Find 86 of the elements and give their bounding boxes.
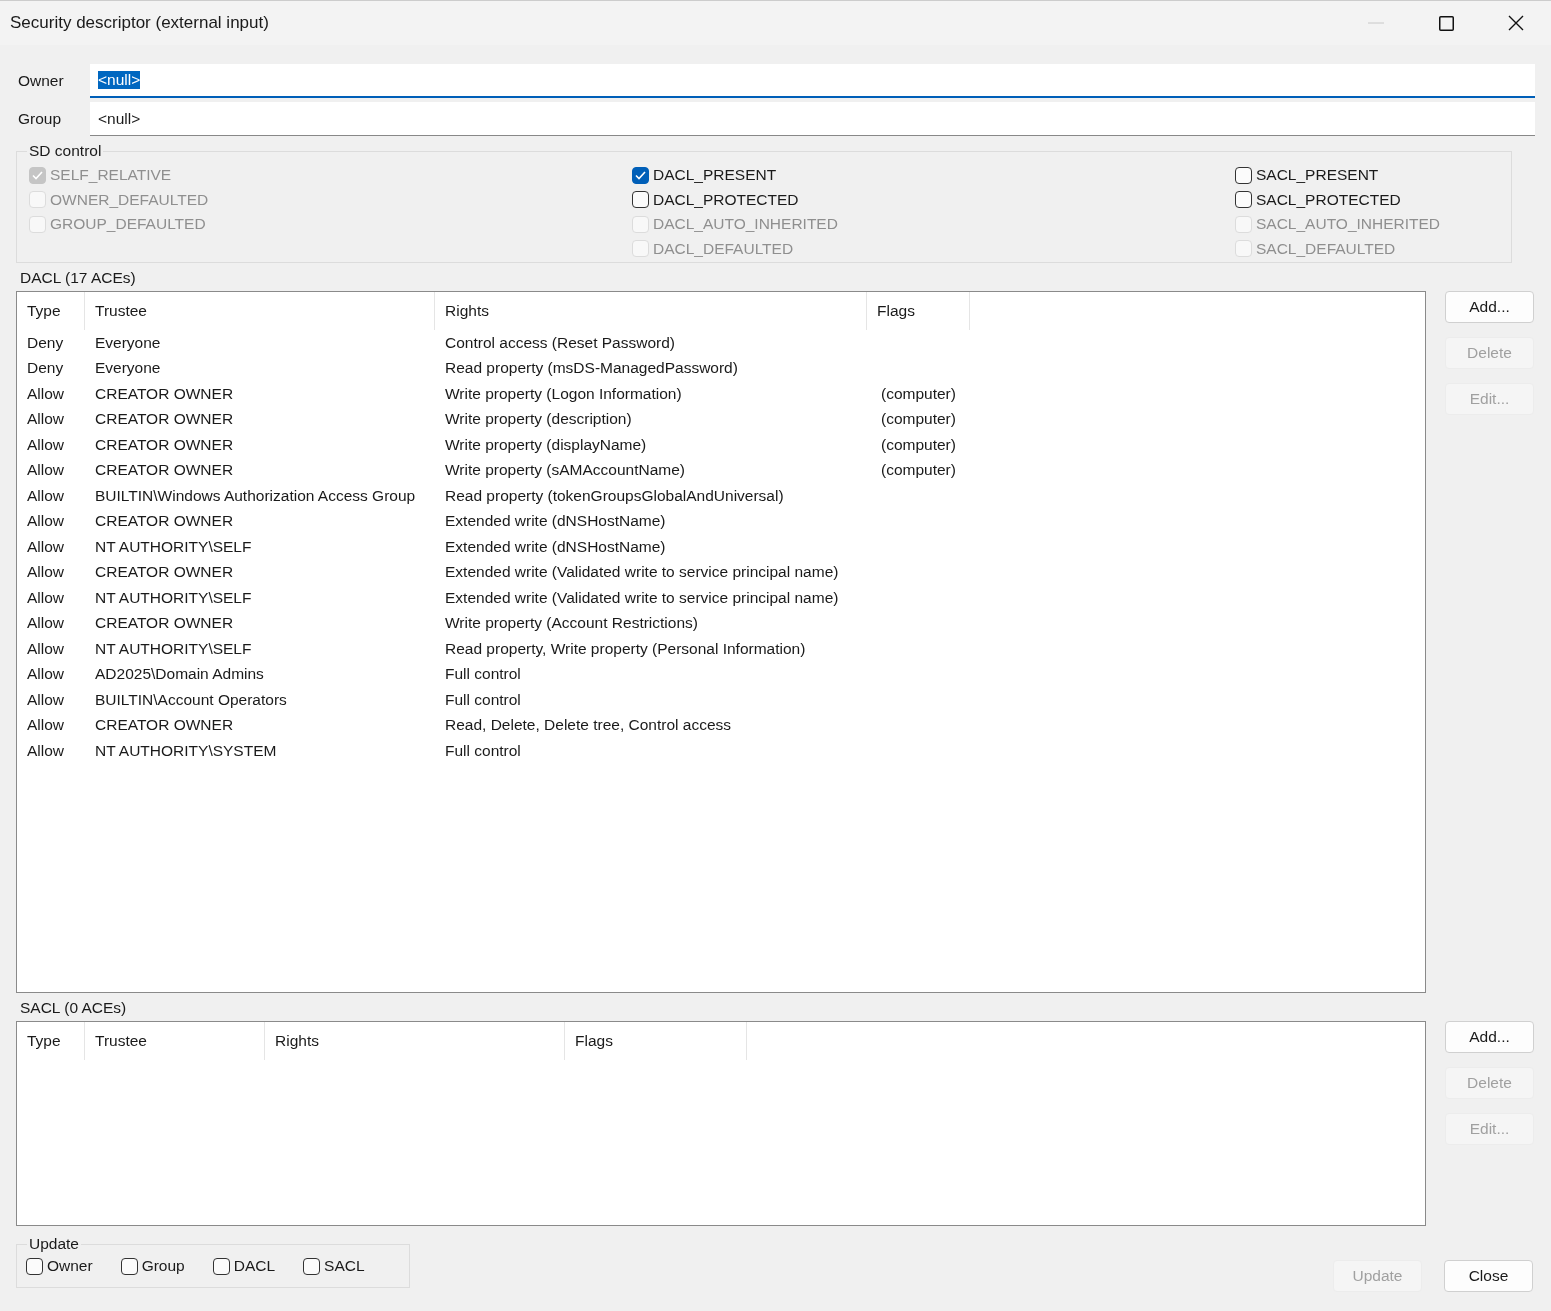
table-cell-text: Read, Delete, Delete tree, Control access <box>444 716 733 735</box>
table-cell-text: Write property (Logon Information) <box>444 384 683 403</box>
table-cell-text: Allow <box>26 410 66 429</box>
flag-checkbox[interactable]: SACL_PROTECTED <box>1235 187 1475 212</box>
flag-checkbox[interactable]: Group <box>120 1253 185 1279</box>
table-cell-text: Full control <box>444 741 522 760</box>
table-cell-text: Read property (msDS-ManagedPassword) <box>444 359 739 378</box>
table-cell-text: NT AUTHORITY\SELF <box>94 588 253 607</box>
table-cell-text: BUILTIN\Windows Authorization Access Group <box>94 486 417 505</box>
table-cell-text: Allow <box>26 461 66 480</box>
flag-checkbox[interactable]: SACL <box>303 1253 365 1279</box>
flag-checkbox[interactable]: SACL_PRESENT <box>1235 163 1475 188</box>
table-cell-text: Extended write (dNSHostName) <box>444 537 667 556</box>
table-cell-text: AD2025\Domain Admins <box>94 665 265 684</box>
table-cell-text: Allow <box>26 486 66 505</box>
table-cell-text: CREATOR OWNER <box>94 512 235 531</box>
field-label: Owner <box>17 72 65 90</box>
table-cell-text: (computer) <box>880 410 957 429</box>
table-cell-text: CREATOR OWNER <box>94 614 235 633</box>
table-cell-text: CREATOR OWNER <box>94 716 235 735</box>
flag-checkbox[interactable]: Owner <box>26 1253 93 1279</box>
table-cell-text: Allow <box>26 563 66 582</box>
table-cell-text: CREATOR OWNER <box>94 410 235 429</box>
table-cell-text: Extended write (Validated write to service principal name) <box>444 563 840 582</box>
input-field[interactable]: <null> <box>90 102 1535 136</box>
table-cell-text: Deny <box>26 333 65 352</box>
table-cell-text: CREATOR OWNER <box>94 384 235 403</box>
table-cell-text: NT AUTHORITY\SELF <box>94 537 253 556</box>
section-title: DACL (17 ACEs) <box>20 269 137 287</box>
table-cell-text: NT AUTHORITY\SELF <box>94 639 253 658</box>
table-cell-text: Write property (displayName) <box>444 435 648 454</box>
column-header[interactable]: Trustee <box>85 292 435 330</box>
column-header[interactable]: Rights <box>265 1022 565 1060</box>
check-icon <box>32 170 43 180</box>
column-header[interactable]: Type <box>17 1022 85 1060</box>
table-cell-text: Allow <box>26 384 66 403</box>
table-cell-text: (computer) <box>880 461 957 480</box>
dialog-button[interactable]: Close <box>1444 1260 1533 1292</box>
table-cell-text: Allow <box>26 435 66 454</box>
table-cell-text: Extended write (Validated write to service principal name) <box>444 588 840 607</box>
table-cell-text: Read property (tokenGroupsGlobalAndUniversal) <box>444 486 785 505</box>
flag-checkbox[interactable]: DACL_PROTECTED <box>632 187 1235 212</box>
table-cell-text: Allow <box>26 614 66 633</box>
table-cell-text: Full control <box>444 665 522 684</box>
table-cell-text: Allow <box>26 665 66 684</box>
table-cell-text: CREATOR OWNER <box>94 435 235 454</box>
column-header[interactable]: Rights <box>435 292 867 330</box>
column-header[interactable]: Trustee <box>85 1022 265 1060</box>
table-cell-text: Write property (Account Restrictions) <box>444 614 699 633</box>
table-cell-text: Control access (Reset Password) <box>444 333 676 352</box>
table-cell-text: Deny <box>26 359 65 378</box>
table-cell-text: CREATOR OWNER <box>94 563 235 582</box>
list-button[interactable]: Add... <box>1445 1021 1534 1053</box>
check-icon <box>635 170 646 180</box>
table-cell-text: Allow <box>26 741 66 760</box>
table-cell-text: Allow <box>26 588 66 607</box>
table-cell-text: CREATOR OWNER <box>94 461 235 480</box>
maximize-icon <box>1438 15 1454 31</box>
table-cell-text: Full control <box>444 690 522 709</box>
table-cell-text: (computer) <box>880 384 957 403</box>
window-title: Security descriptor (external input) <box>9 13 270 33</box>
table-cell-text: Write property (description) <box>444 410 633 429</box>
section-title: SACL (0 ACEs) <box>20 999 128 1017</box>
column-header[interactable]: Flags <box>867 292 970 330</box>
table-cell-text: Allow <box>26 690 66 709</box>
table-cell-text: Read property, Write property (Personal Information) <box>444 639 807 658</box>
table-cell-text: Allow <box>26 639 66 658</box>
table-cell-text: Allow <box>26 512 66 531</box>
table-cell-text: (computer) <box>880 435 957 454</box>
table-cell-text: BUILTIN\Account Operators <box>94 690 288 709</box>
flag-checkbox[interactable]: DACL_PRESENT <box>632 163 1235 188</box>
table-cell-text: Everyone <box>94 333 162 352</box>
table-cell-text: Write property (sAMAccountName) <box>444 461 687 480</box>
column-header[interactable]: Flags <box>565 1022 747 1060</box>
flag-checkbox[interactable]: DACL <box>212 1253 276 1279</box>
column-header[interactable]: Type <box>17 292 85 330</box>
group-title: Update <box>27 1235 81 1253</box>
field-label: Group <box>17 110 63 128</box>
list-button[interactable]: Add... <box>1445 291 1534 323</box>
table-cell-text: Allow <box>26 537 66 556</box>
table-cell-text: NT AUTHORITY\SYSTEM <box>94 741 278 760</box>
table-cell-text: Allow <box>26 716 66 735</box>
table-cell-text: Everyone <box>94 359 162 378</box>
table-cell-text: Extended write (dNSHostName) <box>444 512 667 531</box>
input-field[interactable]: <null> <box>90 64 1535 98</box>
close-icon <box>1508 15 1524 31</box>
